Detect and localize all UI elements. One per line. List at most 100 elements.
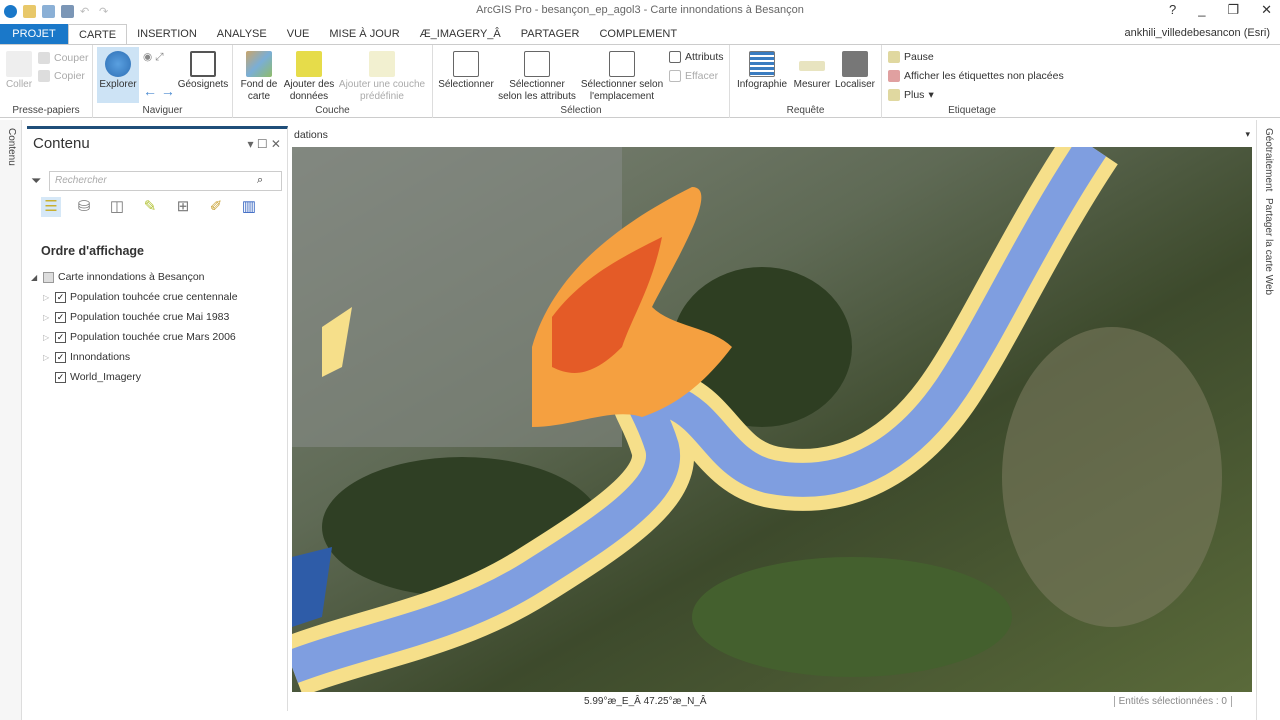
back-forward-icon[interactable]: ← →: [143, 83, 175, 99]
window-title: ArcGIS Pro - besançon_ep_agol3 - Carte i…: [476, 4, 804, 16]
labeling-icon[interactable]: ✐: [206, 197, 226, 217]
geoprocessing-tab[interactable]: Géotraitement: [1263, 128, 1274, 191]
minimize-icon[interactable]: _: [1198, 2, 1205, 18]
measure-button[interactable]: Mesurer: [792, 51, 832, 91]
group-label: Presse-papiers: [12, 105, 80, 116]
save-icon[interactable]: [61, 4, 74, 18]
pane-close-icon[interactable]: ▾ ☐ ✕: [247, 137, 281, 151]
copy-button[interactable]: Copier: [38, 70, 85, 82]
locate-label: Localiser: [834, 79, 876, 90]
open-icon[interactable]: [42, 4, 55, 18]
tab-insertion[interactable]: INSERTION: [127, 24, 207, 44]
editing-icon[interactable]: ✎: [140, 197, 160, 217]
layer-checkbox[interactable]: ✓: [55, 371, 66, 383]
charts-icon[interactable]: ▥: [239, 197, 259, 217]
add-data-button[interactable]: Ajouter des données: [283, 51, 335, 103]
tab-vue[interactable]: VUE: [277, 24, 320, 44]
layer-item[interactable]: ▷ ✓ Population touchée crue Mai 1983: [31, 307, 238, 327]
layer-checkbox[interactable]: ✓: [55, 311, 66, 323]
search-icon[interactable]: ⌕: [257, 174, 263, 187]
select-by-attributes-button[interactable]: Sélectionner selon les attributs: [497, 51, 577, 103]
left-dock-tab[interactable]: Contenu: [0, 120, 22, 720]
more-button[interactable]: Plus ▾: [888, 89, 934, 101]
contents-pane: Contenu ▾ ☐ ✕ ⏷ Rechercher ⌕ ☰ ⛁ ◫ ✎ ⊞ ✐…: [27, 126, 288, 711]
cut-icon: [38, 52, 50, 64]
add-preset-layer-button[interactable]: Ajouter une couche prédéfinie: [337, 51, 427, 103]
layer-name: Population touchée crue Mai 1983: [70, 311, 230, 323]
quick-access-toolbar: ↶ ↷: [0, 4, 112, 18]
map-view: dations ▾: [292, 126, 1252, 692]
tab-analyse[interactable]: ANALYSE: [207, 24, 277, 44]
data-source-icon[interactable]: ⛁: [74, 197, 94, 217]
layer-item[interactable]: ▷ ✓ Population touhcée crue centennale: [31, 287, 238, 307]
pause-icon: [888, 51, 900, 63]
group-clipboard: Coller Couper Copier Presse-papiers: [0, 45, 93, 118]
zoom-tools[interactable]: ◉ ⤢: [143, 51, 163, 64]
ribbon: Coller Couper Copier Presse-papiers Expl…: [0, 44, 1280, 118]
map-canvas[interactable]: [292, 147, 1252, 692]
help-icon[interactable]: ?: [1169, 2, 1176, 18]
filter-icon[interactable]: ⏷: [31, 173, 41, 189]
tab-partager[interactable]: PARTAGER: [511, 24, 590, 44]
new-project-icon[interactable]: [23, 4, 36, 18]
close-icon[interactable]: ✕: [1261, 2, 1272, 18]
expand-icon[interactable]: ▷: [43, 333, 51, 342]
bookmarks-icon: [190, 51, 216, 77]
paste-button[interactable]: Coller: [4, 51, 34, 91]
selected-features-count[interactable]: Entités sélectionnées : 0: [1113, 696, 1232, 707]
layer-item[interactable]: ✓ World_Imagery: [31, 367, 238, 387]
tab-projet[interactable]: PROJET: [0, 24, 68, 44]
locate-button[interactable]: Localiser: [832, 51, 878, 91]
preset-layer-icon: [369, 51, 395, 77]
map-tab-menu-icon[interactable]: ▾: [1245, 129, 1250, 140]
drawing-order-heading: Ordre d'affichage: [41, 244, 144, 258]
expand-icon[interactable]: ▷: [43, 353, 51, 362]
select-location-label: Sélectionner selon l'emplacement: [580, 79, 664, 102]
contents-tab-label: Contenu: [6, 128, 17, 166]
redo-icon[interactable]: ↷: [99, 5, 112, 18]
collapse-icon[interactable]: ◢: [31, 273, 39, 282]
undo-icon[interactable]: ↶: [80, 5, 93, 18]
layer-tree: ◢ Carte innondations à Besançon ▷ ✓ Populat…: [31, 267, 238, 387]
unplaced-labels-button[interactable]: Afficher les étiquettes non placées: [888, 70, 1064, 82]
explore-button[interactable]: Explorer: [97, 47, 139, 103]
search-input[interactable]: Rechercher: [49, 171, 282, 191]
pause-labels-button[interactable]: Pause: [888, 51, 934, 63]
right-dock-tabs: Géotraitement Partager la carte Web: [1256, 120, 1280, 720]
share-web-map-tab[interactable]: Partager la carte Web: [1263, 198, 1274, 295]
tab-mise-a-jour[interactable]: MISE À JOUR: [319, 24, 409, 44]
select-by-location-button[interactable]: Sélectionner selon l'emplacement: [579, 51, 665, 103]
select-attributes-icon: [524, 51, 550, 77]
attributes-button[interactable]: Attributs: [669, 51, 724, 63]
basemap-button[interactable]: Fond de carte: [237, 51, 281, 103]
basemap-icon: [246, 51, 272, 77]
clear-button[interactable]: Effacer: [669, 70, 718, 82]
tab-carte[interactable]: CARTE: [68, 24, 128, 44]
group-label: Sélection: [560, 105, 602, 116]
layer-checkbox[interactable]: ✓: [55, 291, 66, 303]
cut-button[interactable]: Couper: [38, 52, 88, 64]
layer-item[interactable]: ▷ ✓ Population touchée crue Mars 2006: [31, 327, 238, 347]
bookmarks-button[interactable]: Géosignets: [177, 51, 229, 91]
tab-imagery[interactable]: Æ_IMAGERY_Â: [410, 24, 511, 44]
layer-checkbox[interactable]: ✓: [55, 351, 66, 363]
pane-title: Contenu: [33, 135, 90, 152]
table-icon: [669, 51, 681, 63]
user-account[interactable]: ankhili_villedebesancon (Esri): [1124, 27, 1270, 39]
unplaced-labels-label: Afficher les étiquettes non placées: [904, 70, 1064, 82]
selection-icon[interactable]: ◫: [107, 197, 127, 217]
expand-icon[interactable]: ▷: [43, 293, 51, 302]
layer-checkbox[interactable]: ✓: [55, 331, 66, 343]
select-button[interactable]: Sélectionner: [435, 51, 497, 91]
measure-label: Mesurer: [793, 79, 831, 90]
layer-item[interactable]: ▷ ✓ Innondations: [31, 347, 238, 367]
restore-icon[interactable]: ❐: [1227, 2, 1239, 18]
select-label: Sélectionner: [438, 79, 494, 90]
expand-icon[interactable]: ▷: [43, 313, 51, 322]
map-tab[interactable]: dations: [294, 129, 328, 141]
drawing-order-icon[interactable]: ☰: [41, 197, 61, 217]
map-node[interactable]: ◢ Carte innondations à Besançon: [31, 267, 238, 287]
infographic-button[interactable]: Infographie: [734, 51, 790, 91]
tab-complement[interactable]: COMPLEMENT: [589, 24, 687, 44]
snapping-icon[interactable]: ⊞: [173, 197, 193, 217]
